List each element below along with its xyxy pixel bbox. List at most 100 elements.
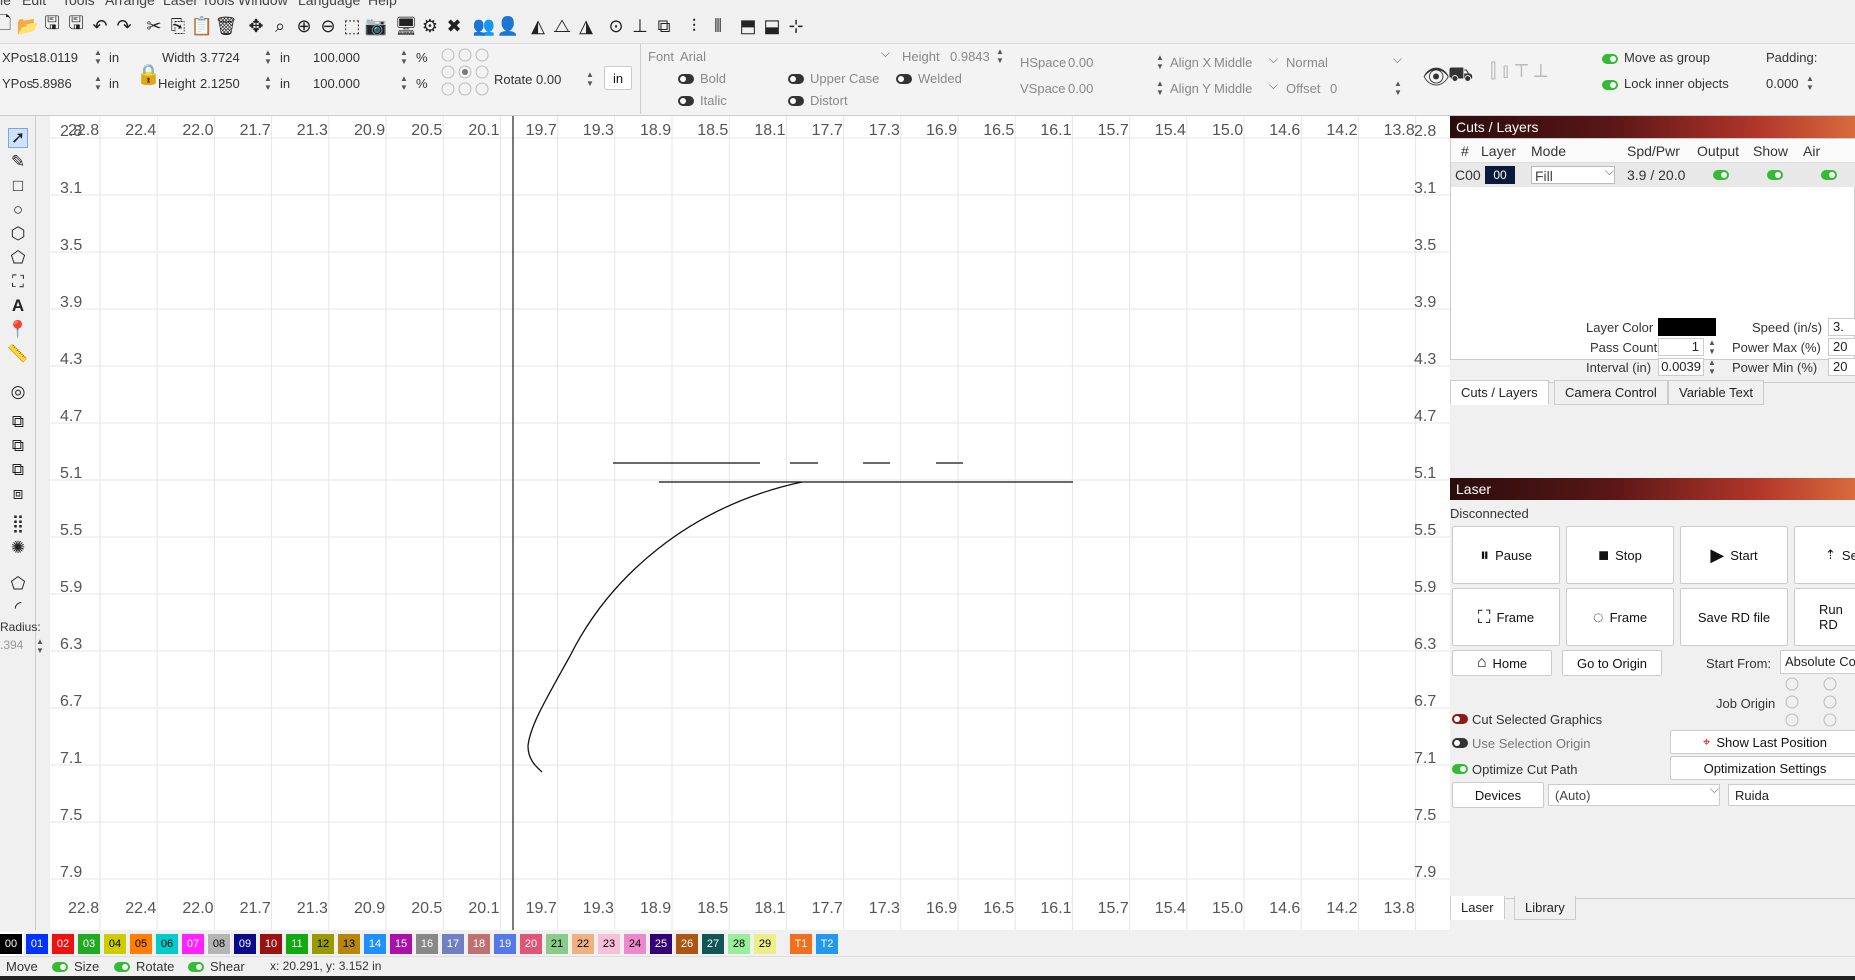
palette-swatch-02[interactable]: 02 — [52, 934, 74, 954]
measure-icon[interactable]: 📏 — [7, 344, 28, 364]
circular-array-icon[interactable]: ✺ — [8, 538, 28, 558]
palette-swatch-00[interactable]: 00 — [0, 932, 24, 956]
tab-camera-control[interactable]: Camera Control — [1554, 380, 1668, 405]
align-group-icons[interactable]: ⫿⫾⊤⊥ — [1490, 60, 1553, 83]
menu-language[interactable]: Language — [298, 0, 360, 8]
edit-nodes-icon[interactable]: ⬠ — [8, 574, 28, 594]
palette-swatch-24[interactable]: 24 — [624, 934, 646, 954]
pentagon-icon[interactable]: ⬠ — [8, 248, 28, 268]
move-view-icon[interactable]: ✥ — [244, 14, 268, 38]
speed-input[interactable]: 3. — [1828, 318, 1855, 336]
menu-laser-tools[interactable]: Laser Tools — [163, 0, 234, 8]
xpos-input[interactable]: 18.0119 — [32, 50, 78, 65]
welded-toggle[interactable] — [896, 74, 912, 84]
ellipse-icon[interactable]: ○ — [8, 200, 28, 220]
open-file-icon[interactable]: 📂 — [16, 14, 40, 38]
palette-swatch-16[interactable]: 16 — [416, 934, 438, 954]
new-file-icon[interactable]: 🗋 — [0, 13, 16, 38]
palette-swatch-29[interactable]: 29 — [754, 934, 776, 954]
zoom-selection-icon[interactable]: ⬚ — [340, 14, 364, 38]
pen-draw-icon[interactable]: ✎ — [8, 152, 28, 172]
output-toggle[interactable] — [1713, 170, 1729, 180]
use-selection-origin-toggle[interactable] — [1452, 738, 1468, 748]
rotate-input[interactable]: 0.00 — [536, 72, 561, 87]
menu-tools[interactable]: Tools — [62, 0, 95, 8]
polygon-icon[interactable]: ⬡ — [8, 224, 28, 244]
menu-help[interactable]: Help — [368, 0, 397, 8]
palette-swatch-25[interactable]: 25 — [650, 934, 672, 954]
distort-toggle[interactable] — [788, 96, 804, 106]
power-max-input[interactable]: 20 — [1828, 338, 1855, 356]
layer-color-swatch[interactable] — [1658, 318, 1716, 336]
undo-icon[interactable]: ↶ — [88, 14, 112, 38]
make-same-width-icon[interactable]: ⬒ — [736, 14, 760, 38]
frame-circle-button[interactable]: ◌ Frame — [1566, 588, 1674, 646]
palette-swatch-08[interactable]: 08 — [208, 934, 230, 954]
show-last-position-button[interactable]: ⌖ Show Last Position — [1670, 730, 1855, 754]
offset-input[interactable]: 0 — [1330, 81, 1337, 96]
devices-button[interactable]: Devices — [1452, 782, 1544, 808]
tab-laser[interactable]: Laser — [1450, 896, 1505, 920]
table-row[interactable]: C00 00 Fill 3.9 / 20.0 — [1451, 163, 1855, 187]
corner-radius-icon[interactable]: ◜ — [8, 598, 28, 618]
workspace-canvas[interactable]: 22.8 22.4 22.0 21.7 21.3 20.9 20.5 20.1 19.7 19.3… — [50, 116, 1450, 930]
radius-input[interactable]: .394 — [0, 638, 23, 652]
run-rd-button[interactable]: Run RD — [1794, 588, 1855, 646]
palette-swatch-15[interactable]: 15 — [390, 934, 412, 954]
palette-swatch-05[interactable]: 05 — [130, 934, 152, 954]
zoom-fit-icon[interactable]: ⌕ — [268, 14, 292, 38]
palette-swatch-13[interactable]: 13 — [338, 934, 360, 954]
device-dropdown[interactable]: (Auto) — [1548, 782, 1720, 806]
italic-toggle[interactable] — [678, 96, 694, 106]
send-button[interactable]: ⇡ Se — [1794, 526, 1855, 584]
cut-selected-toggle[interactable] — [1452, 714, 1468, 724]
boolean-intersect-icon[interactable]: ⧉ — [8, 460, 28, 480]
rectangle-icon[interactable]: □ — [8, 176, 28, 196]
size-toggle[interactable] — [52, 962, 68, 972]
palette-swatch-07[interactable]: 07 — [182, 934, 204, 954]
copy-icon[interactable]: ⎘ — [166, 14, 190, 38]
palette-swatch-27[interactable]: 27 — [702, 934, 724, 954]
pause-button[interactable]: ⏸ Pause — [1452, 526, 1560, 584]
stop-button[interactable]: ■ Stop — [1566, 526, 1674, 584]
save-rd-button[interactable]: Save RD file — [1680, 588, 1788, 646]
palette-swatch-26[interactable]: 26 — [676, 934, 698, 954]
scale-width-input[interactable]: 100.000 — [313, 50, 360, 65]
font-height-spinner[interactable]: ▲ ▼ — [994, 47, 1006, 65]
font-height-input[interactable]: 0.9843 — [950, 49, 990, 64]
ypos-spinner[interactable]: ▲ ▼ — [92, 74, 104, 92]
hspace-input[interactable]: 0.00 — [1068, 55, 1093, 70]
anchor-point-selector[interactable] — [440, 48, 490, 98]
xpos-spinner[interactable]: ▲ ▼ — [92, 48, 104, 66]
mirror-icon[interactable]: ⧍ — [550, 14, 574, 38]
palette-swatch-10[interactable]: 10 — [260, 934, 282, 954]
start-from-dropdown[interactable]: Absolute Coo — [1780, 650, 1855, 674]
bold-toggle[interactable] — [678, 74, 694, 84]
palette-swatch-28[interactable]: 28 — [728, 934, 750, 954]
frame-icon[interactable]: ⛶ — [8, 272, 28, 292]
text-mode-dropdown[interactable]: Normal — [1286, 52, 1402, 70]
scale-height-input[interactable]: 100.000 — [313, 76, 360, 91]
zoom-in-icon[interactable]: ⊕ — [292, 14, 316, 38]
interval-input[interactable]: 0.0039 — [1658, 358, 1704, 376]
save-as-icon[interactable]: 🖫 — [64, 13, 88, 38]
power-min-input[interactable]: 20 — [1828, 358, 1855, 376]
rotate-toggle[interactable] — [114, 962, 130, 972]
hspace-spinner[interactable]: ▲ ▼ — [1154, 53, 1166, 71]
palette-swatch-09[interactable]: 09 — [234, 934, 256, 954]
pass-count-input[interactable]: 1 — [1658, 338, 1704, 356]
select-arrow-icon[interactable]: ➚ — [8, 128, 28, 148]
palette-swatch-03[interactable]: 03 — [78, 934, 100, 954]
tab-library[interactable]: Library — [1514, 896, 1576, 920]
palette-swatch-22[interactable]: 22 — [572, 934, 594, 954]
tools-icon[interactable]: ✖ — [442, 14, 466, 38]
boolean-union-icon[interactable]: ⧉ — [8, 412, 28, 432]
distribute-vertical-icon[interactable]: ⫴ — [706, 14, 730, 38]
boolean-subtract-icon[interactable]: ⧉ — [8, 436, 28, 456]
air-toggle[interactable] — [1821, 170, 1837, 180]
upper-case-toggle[interactable] — [788, 74, 804, 84]
align-x-dropdown[interactable]: Middle — [1214, 52, 1278, 70]
tab-cuts-layers[interactable]: Cuts / Layers — [1450, 380, 1549, 405]
palette-swatch-23[interactable]: 23 — [598, 934, 620, 954]
vspace-input[interactable]: 0.00 — [1068, 81, 1093, 96]
